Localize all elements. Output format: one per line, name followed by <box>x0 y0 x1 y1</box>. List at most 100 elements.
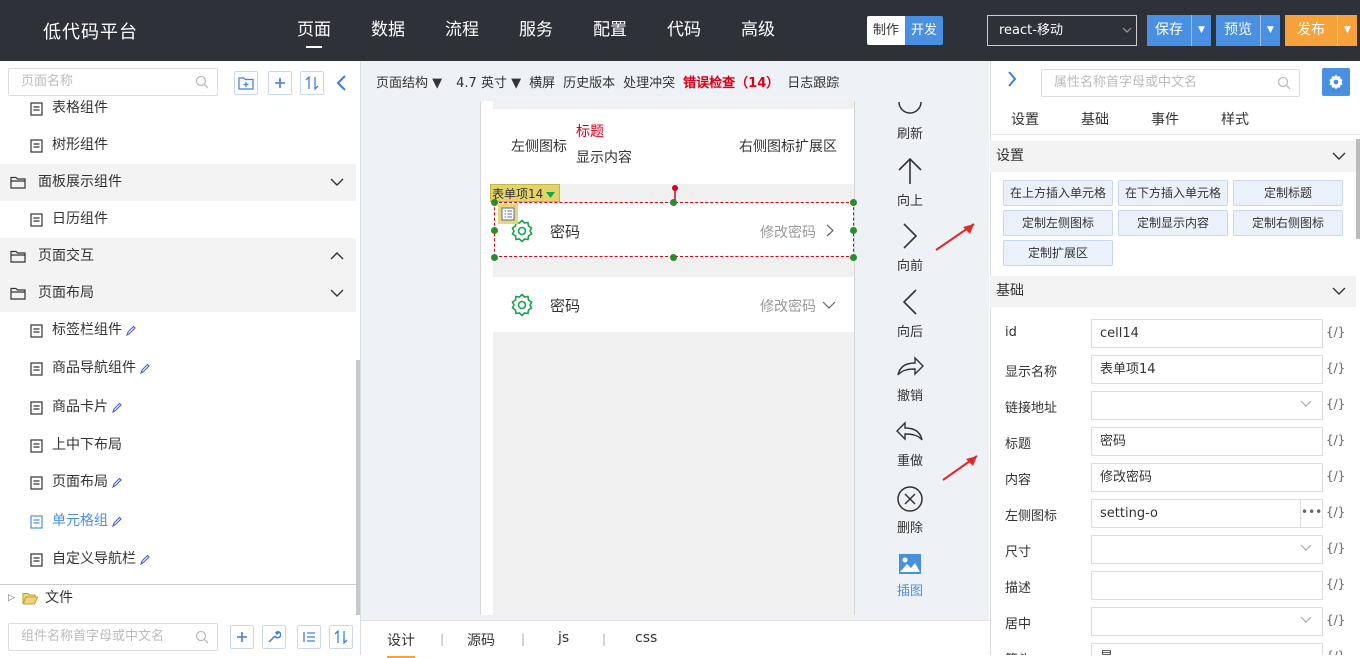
tree-folder[interactable]: 页面交互 <box>0 238 356 275</box>
history-button[interactable]: 历史版本 <box>563 72 615 91</box>
expression-button[interactable]: {/} <box>1326 541 1345 555</box>
landscape-button[interactable]: 横屏 <box>529 72 555 91</box>
list-tree-icon[interactable] <box>498 204 518 224</box>
delete-tool[interactable]: 删除 <box>880 485 940 536</box>
tree-folder[interactable]: 面板展示组件 <box>0 164 356 201</box>
redo-tool[interactable]: 重做 <box>880 420 940 469</box>
custom-extend-area-button[interactable]: 定制扩展区 <box>1003 240 1113 266</box>
insert-cell-below-button[interactable]: 在下方插入单元格 <box>1118 180 1228 206</box>
left-scrollbar[interactable] <box>356 360 360 615</box>
mode-make-button[interactable]: 制作 <box>867 16 905 45</box>
custom-left-icon-button[interactable]: 定制左侧图标 <box>1003 210 1113 236</box>
list-order-button[interactable] <box>297 625 321 649</box>
expression-button[interactable]: {/} <box>1326 433 1345 447</box>
log-trace-button[interactable]: 日志跟踪 <box>787 72 839 91</box>
custom-cell[interactable]: 左侧图标 标题 显示内容 右侧图标扩展区 <box>493 109 854 184</box>
settings-button[interactable] <box>1322 68 1350 96</box>
edit-pencil-icon[interactable] <box>112 402 122 413</box>
tree-item-page[interactable]: 页面布局 <box>0 464 356 501</box>
tab-style[interactable]: 样式 <box>1200 105 1270 134</box>
edit-pencil-icon[interactable] <box>112 516 122 527</box>
collapse-left-icon[interactable] <box>336 75 348 91</box>
nav-item-advanced[interactable]: 高级 <box>741 0 775 61</box>
nav-item-page[interactable]: 页面 <box>297 0 331 61</box>
tree-item-page[interactable]: 日历组件 <box>0 201 356 238</box>
section-basic-header[interactable]: 基础 <box>990 276 1356 307</box>
resize-handle[interactable] <box>850 199 857 206</box>
mode-dev-button[interactable]: 开发 <box>905 16 943 45</box>
nav-item-config[interactable]: 配置 <box>593 0 627 61</box>
move-forward-tool[interactable]: 向前 <box>880 222 940 274</box>
more-icon[interactable]: ••• <box>1300 500 1322 527</box>
tree-item-page[interactable]: 上中下布局 <box>0 427 356 464</box>
publish-dropdown-icon[interactable]: ▼ <box>1337 15 1357 46</box>
undo-tool[interactable]: 撤销 <box>880 355 940 404</box>
expression-button[interactable]: {/} <box>1326 361 1345 375</box>
save-button[interactable]: 保存 <box>1147 15 1191 46</box>
tree-item-page[interactable]: 商品导航组件 <box>0 350 356 387</box>
move-up-tool[interactable]: 向上 <box>880 157 940 209</box>
edit-pencil-icon[interactable] <box>140 363 150 374</box>
tree-item-page[interactable]: 商品卡片 <box>0 389 356 426</box>
tab-events[interactable]: 事件 <box>1130 105 1200 134</box>
resize-handle[interactable] <box>850 227 857 234</box>
tree-item-page[interactable]: 标签栏组件 <box>0 312 356 349</box>
preview-button[interactable]: 预览 <box>1216 15 1260 46</box>
tab-js[interactable]: js <box>558 630 569 646</box>
resize-handle[interactable] <box>491 227 498 234</box>
resize-handle[interactable] <box>491 199 498 206</box>
nav-item-code[interactable]: 代码 <box>667 0 701 61</box>
expression-button[interactable]: {/} <box>1326 325 1345 339</box>
resize-handle[interactable] <box>670 254 677 261</box>
edit-pencil-icon[interactable] <box>126 325 136 336</box>
add-component-button[interactable] <box>230 625 254 649</box>
preview-dropdown-icon[interactable]: ▼ <box>1260 15 1280 46</box>
prop-select[interactable] <box>1091 391 1323 420</box>
expression-button[interactable]: {/} <box>1326 613 1345 627</box>
expression-button[interactable]: {/} <box>1326 397 1345 411</box>
right-scrollbar[interactable] <box>1356 139 1360 239</box>
expand-right-icon[interactable] <box>1007 71 1017 87</box>
platform-select[interactable]: react-移动 <box>987 15 1137 46</box>
publish-button[interactable]: 发布 <box>1285 15 1337 46</box>
resize-handle[interactable] <box>850 254 857 261</box>
prop-select[interactable]: 是 <box>1091 643 1323 655</box>
tab-basic[interactable]: 基础 <box>1060 105 1130 134</box>
prop-select[interactable] <box>1091 607 1323 636</box>
custom-title-button[interactable]: 定制标题 <box>1233 180 1343 206</box>
tab-source[interactable]: 源码 <box>467 630 495 650</box>
resize-handle[interactable] <box>670 199 677 206</box>
refresh-tool[interactable]: 刷新 <box>880 101 940 142</box>
move-back-tool[interactable]: 向后 <box>880 288 940 340</box>
tree-item-page-selected[interactable]: 单元格组 <box>0 503 356 540</box>
prop-input[interactable]: 表单项14 <box>1091 355 1323 384</box>
resize-handle[interactable] <box>491 254 498 261</box>
prop-input[interactable]: 密码 <box>1091 427 1323 456</box>
password-cell[interactable]: 密码 修改密码 <box>493 277 854 332</box>
prop-input[interactable]: 修改密码 <box>1091 463 1323 492</box>
tree-folder[interactable]: 页面布局 <box>0 275 356 312</box>
insert-image-tool[interactable]: 插图 <box>880 553 940 599</box>
caret-down-icon[interactable] <box>546 192 556 198</box>
insert-cell-above-button[interactable]: 在上方插入单元格 <box>1003 180 1113 206</box>
component-search-input[interactable]: 组件名称首字母或中文名 <box>8 623 218 651</box>
page-structure-button[interactable]: 页面结构 ▼ <box>376 72 442 91</box>
error-check-button[interactable]: 错误检查（14） <box>683 72 779 91</box>
custom-content-button[interactable]: 定制显示内容 <box>1118 210 1228 236</box>
prop-select[interactable] <box>1091 535 1323 564</box>
prop-input[interactable]: cell14 <box>1091 319 1323 348</box>
sort-button[interactable] <box>329 625 353 649</box>
tab-design[interactable]: 设计 <box>387 630 415 658</box>
expression-button[interactable]: {/} <box>1326 469 1345 483</box>
section-settings-header[interactable]: 设置 <box>990 141 1356 172</box>
wrench-button[interactable] <box>262 625 286 649</box>
nav-item-data[interactable]: 数据 <box>371 0 405 61</box>
icon-picker-input[interactable]: setting-o ••• <box>1091 499 1323 528</box>
resolve-conflict-button[interactable]: 处理冲突 <box>623 72 675 91</box>
tree-item-page[interactable]: 树形组件 <box>0 127 356 164</box>
edit-pencil-icon[interactable] <box>112 477 122 488</box>
screen-size-select[interactable]: 4.7 英寸 ▼ <box>456 72 521 91</box>
expression-button[interactable]: {/} <box>1326 649 1345 655</box>
nav-item-flow[interactable]: 流程 <box>445 0 479 61</box>
edit-pencil-icon[interactable] <box>140 554 150 565</box>
